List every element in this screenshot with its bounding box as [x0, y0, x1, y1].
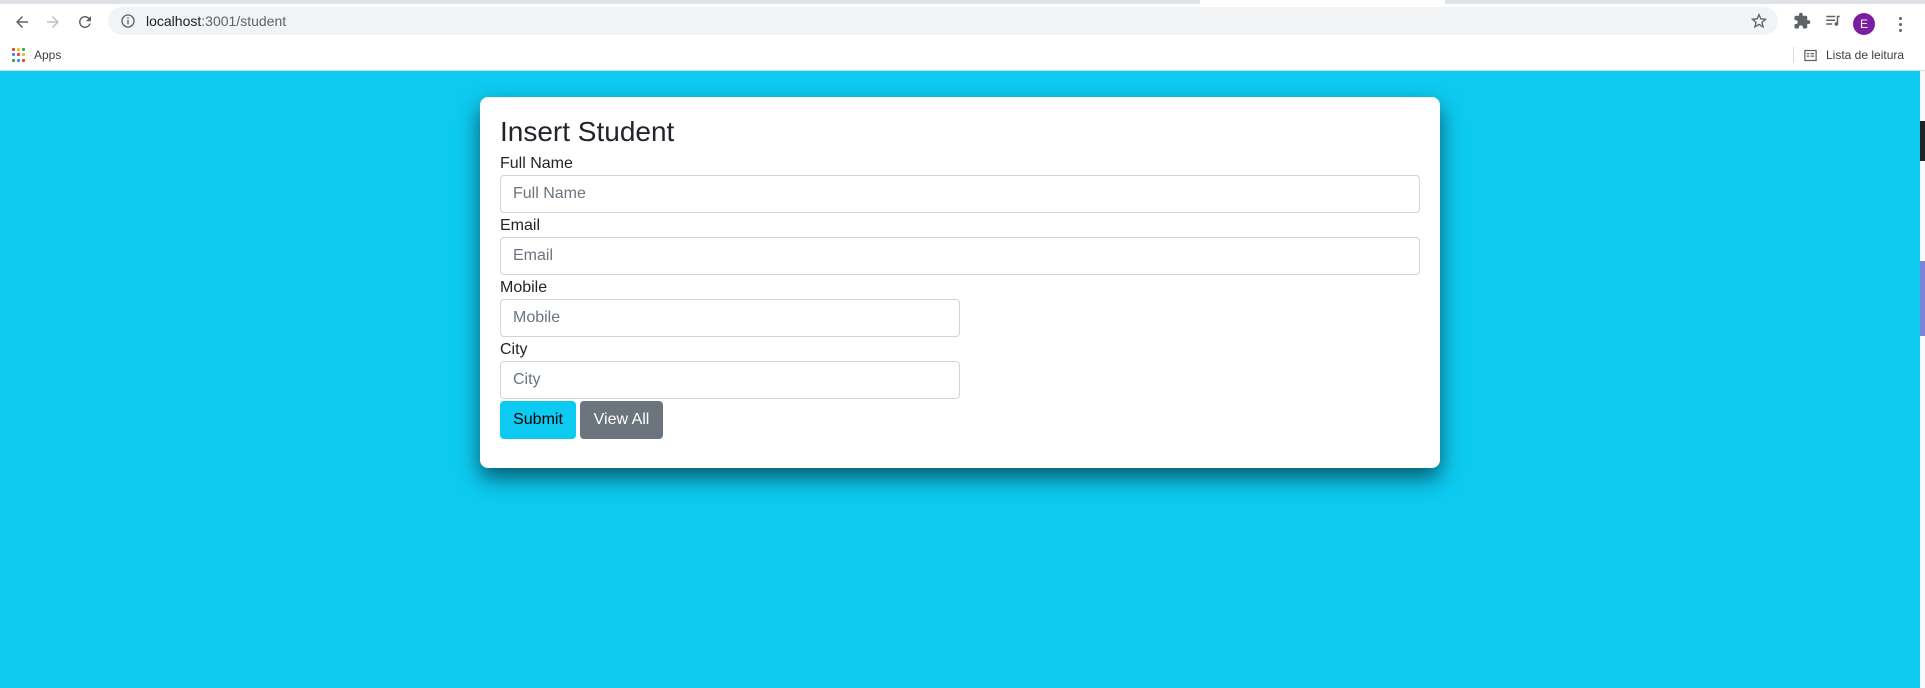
mobile-input[interactable] [500, 299, 960, 337]
divider [1793, 47, 1794, 63]
scrollbar[interactable] [1920, 71, 1925, 688]
reading-list-icon [1804, 49, 1817, 61]
full-name-label: Full Name [500, 155, 573, 172]
full-name-input[interactable] [500, 175, 1420, 213]
apps-label: Apps [34, 48, 62, 62]
dot [1898, 28, 1902, 32]
bookmarks-bar: Apps Lista de leitura [0, 40, 1925, 70]
form-title: Insert Student [500, 116, 675, 147]
browser-toolbar: localhost:3001/student E [0, 4, 1925, 38]
reading-list-button[interactable]: Lista de leitura [1793, 44, 1905, 66]
reload-icon [78, 15, 91, 28]
url-text[interactable]: localhost:3001/student [146, 13, 286, 29]
scrollbar-marker [1920, 121, 1925, 161]
city-input[interactable] [500, 361, 960, 399]
forward-button[interactable] [39, 8, 67, 36]
star-icon[interactable] [1750, 12, 1768, 30]
playlist-icon [1826, 15, 1840, 26]
apps-shortcut[interactable]: Apps [12, 44, 61, 66]
page-content: Insert Student Full Name Email Mobile Ci… [0, 71, 1925, 688]
insert-student-card: Insert Student Full Name Email Mobile Ci… [480, 97, 1440, 468]
profile-avatar[interactable]: E [1853, 13, 1875, 35]
email-label: Email [500, 217, 541, 234]
apps-grid-icon [12, 48, 26, 62]
dot [1898, 16, 1902, 20]
address-bar[interactable]: localhost:3001/student [108, 7, 1778, 35]
reading-list-label: Lista de leitura [1826, 48, 1905, 62]
browser-chrome: localhost:3001/student E Apps Lista de l… [0, 0, 1925, 71]
url-host: localhost [146, 13, 202, 29]
extensions-button[interactable] [1791, 10, 1813, 32]
form-actions: Submit View All [500, 401, 1420, 439]
submit-button[interactable]: Submit [500, 401, 576, 439]
view-all-button[interactable]: View All [580, 401, 663, 439]
media-control-button[interactable] [1822, 10, 1844, 32]
mobile-label: Mobile [500, 279, 548, 296]
back-button[interactable] [8, 8, 36, 36]
info-icon[interactable] [120, 13, 136, 29]
reload-button[interactable] [71, 8, 99, 36]
arrow-left-icon [16, 16, 28, 28]
dot [1898, 22, 1902, 26]
puzzle-icon [1794, 12, 1811, 29]
email-input[interactable] [500, 237, 1420, 275]
url-path: :3001/student [201, 13, 287, 29]
browser-menu-button[interactable] [1891, 13, 1909, 35]
arrow-right-icon [47, 16, 59, 28]
city-label: City [500, 341, 528, 358]
scrollbar-thumb[interactable] [1920, 261, 1925, 336]
